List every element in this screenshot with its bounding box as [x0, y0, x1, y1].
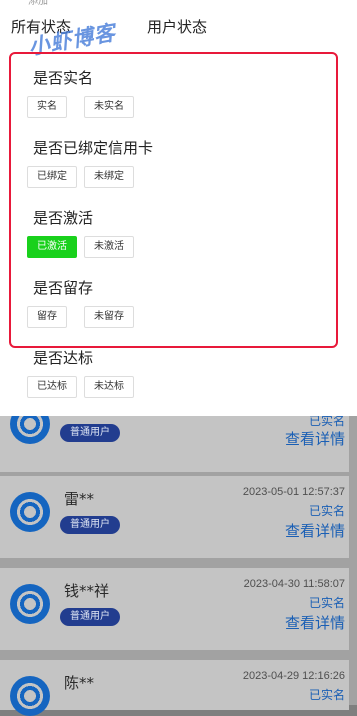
verification-status: 已实名: [308, 596, 345, 610]
user-card[interactable]: 雷** 普通用户 2023-05-01 12:57:37 已实名 查看详情: [0, 476, 349, 558]
filter-title-retained: 是否留存: [33, 279, 94, 297]
option-qualified[interactable]: 已达标: [27, 376, 77, 398]
filter-title-activated: 是否激活: [33, 209, 94, 227]
user-type-badge: 普通用户: [60, 608, 120, 626]
user-name: 陈**: [64, 674, 95, 692]
view-details-link[interactable]: 查看详情: [285, 428, 345, 449]
option-not-activated[interactable]: 未激活: [84, 236, 134, 258]
option-realname[interactable]: 实名: [27, 96, 67, 118]
verification-status: 已实名: [308, 504, 345, 518]
user-type-badge: 普通用户: [60, 516, 120, 534]
option-bound[interactable]: 已绑定: [27, 166, 77, 188]
option-not-qualified[interactable]: 未达标: [84, 376, 134, 398]
user-card[interactable]: 钱**祥 普通用户 2023-04-30 11:58:07 已实名 查看详情: [0, 568, 349, 650]
user-date: 2023-05-01 12:57:37: [242, 486, 345, 498]
option-not-retained[interactable]: 未留存: [84, 306, 134, 328]
user-type-badge: 普通用户: [60, 424, 120, 442]
filter-title-realname: 是否实名: [33, 69, 94, 87]
option-not-realname[interactable]: 未实名: [84, 96, 134, 118]
user-avatar-icon: [10, 492, 50, 532]
view-details-link[interactable]: 查看详情: [285, 612, 345, 633]
filter-panel: 添加 所有状态 用户状态 小虾博客 是否实名 实名 未实名 是否已绑定信用卡 已…: [0, 0, 357, 416]
filter-title-qualified: 是否达标: [33, 349, 94, 367]
tab-user-status[interactable]: 用户状态: [147, 16, 207, 37]
user-card[interactable]: 陈** 2023-04-29 12:16:26 已实名: [0, 660, 349, 716]
user-name: 雷**: [64, 490, 95, 508]
option-retained[interactable]: 留存: [27, 306, 67, 328]
user-date: 2023-04-30 11:58:07: [243, 578, 345, 590]
option-activated[interactable]: 已激活: [27, 236, 77, 258]
user-avatar-icon: [10, 584, 50, 624]
user-date: 2023-04-29 12:16:26: [242, 670, 345, 682]
user-name: 钱**祥: [64, 582, 110, 600]
verification-status: 已实名: [308, 688, 345, 702]
option-not-bound[interactable]: 未绑定: [84, 166, 134, 188]
filter-title-card-bound: 是否已绑定信用卡: [33, 139, 154, 157]
user-avatar-icon: [10, 676, 50, 716]
view-details-link[interactable]: 查看详情: [285, 520, 345, 541]
clipped-header-text: 添加: [28, 0, 48, 7]
